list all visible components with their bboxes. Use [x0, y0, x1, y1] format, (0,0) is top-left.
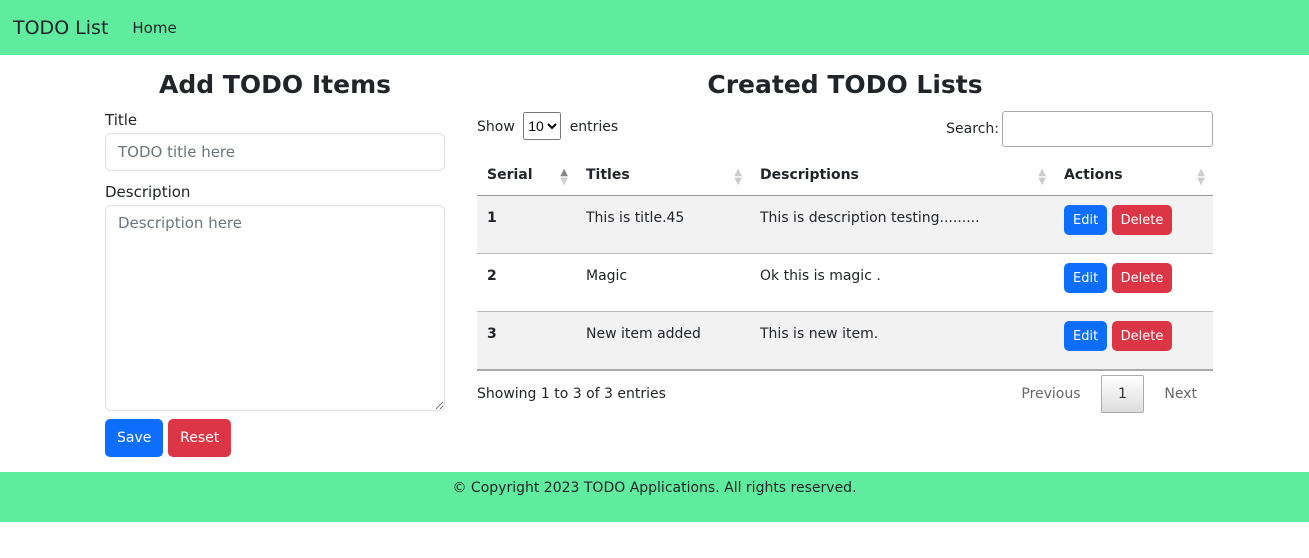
previous-button[interactable]: Previous	[1005, 376, 1096, 412]
description-cell: This is new item.	[750, 311, 1054, 371]
table-row: 2 Magic Ok this is magic . Edit Delete	[477, 253, 1213, 312]
save-button[interactable]: Save	[105, 419, 164, 457]
show-label: Show	[477, 119, 515, 135]
brand[interactable]: TODO List	[13, 17, 108, 39]
edit-button[interactable]: Edit	[1064, 205, 1108, 235]
todo-list-section: Created TODO Lists Show 10 entries Searc…	[477, 70, 1213, 413]
serial-cell: 1	[477, 195, 576, 254]
footer: © Copyright 2023 TODO Applications. All …	[0, 472, 1309, 522]
table-row: 3 New item added This is new item. Edit …	[477, 311, 1213, 371]
form-heading: Add TODO Items	[159, 70, 391, 99]
delete-button[interactable]: Delete	[1111, 263, 1173, 293]
title-cell: New item added	[576, 311, 750, 371]
delete-button[interactable]: Delete	[1111, 321, 1173, 351]
nav-home-link[interactable]: Home	[132, 19, 176, 37]
entries-select[interactable]: 10	[523, 112, 562, 140]
title-label: Title	[105, 111, 138, 129]
next-button[interactable]: Next	[1148, 376, 1213, 412]
search-label: Search:	[946, 121, 999, 137]
title-input[interactable]	[105, 133, 445, 171]
column-header-titles[interactable]: Titles ▲ ▼	[576, 155, 750, 196]
copyright-text: © Copyright 2023 TODO Applications. All …	[452, 480, 857, 496]
sort-icon: ▲ ▼	[1038, 167, 1046, 187]
column-header-descriptions[interactable]: Descriptions ▲ ▼	[750, 155, 1054, 196]
title-cell: Magic	[576, 253, 750, 312]
search-input[interactable]	[1002, 111, 1213, 147]
delete-button[interactable]: Delete	[1111, 205, 1173, 235]
description-cell: This is description testing.........	[750, 195, 1054, 254]
column-header-actions[interactable]: Actions ▲ ▼	[1054, 155, 1213, 196]
sort-icon: ▲ ▼	[560, 167, 568, 187]
list-heading: Created TODO Lists	[707, 70, 983, 99]
column-header-serial[interactable]: Serial ▲ ▼	[477, 155, 576, 196]
add-todo-form: Add TODO Items Title Description Save Re…	[105, 70, 445, 457]
sort-icon: ▲ ▼	[734, 167, 742, 187]
edit-button[interactable]: Edit	[1064, 321, 1108, 351]
table-row: 1 This is title.45 This is description t…	[477, 195, 1213, 254]
edit-button[interactable]: Edit	[1064, 263, 1108, 293]
table-info: Showing 1 to 3 of 3 entries	[477, 386, 666, 402]
reset-button[interactable]: Reset	[168, 419, 232, 457]
description-textarea[interactable]	[105, 205, 445, 411]
entries-label: entries	[569, 119, 619, 135]
serial-cell: 2	[477, 253, 576, 312]
todo-table: Serial ▲ ▼ Titles ▲ ▼ Descriptions ▲ ▼ Actions…	[477, 155, 1213, 371]
title-cell: This is title.45	[576, 195, 750, 254]
description-label: Description	[105, 183, 191, 201]
sort-icon: ▲ ▼	[1197, 167, 1205, 187]
serial-cell: 3	[477, 311, 576, 371]
navbar: TODO List Home	[0, 0, 1309, 55]
page-1-button[interactable]: 1	[1101, 375, 1144, 413]
description-cell: Ok this is magic .	[750, 253, 1054, 312]
pagination: Previous 1 Next	[1005, 375, 1213, 413]
